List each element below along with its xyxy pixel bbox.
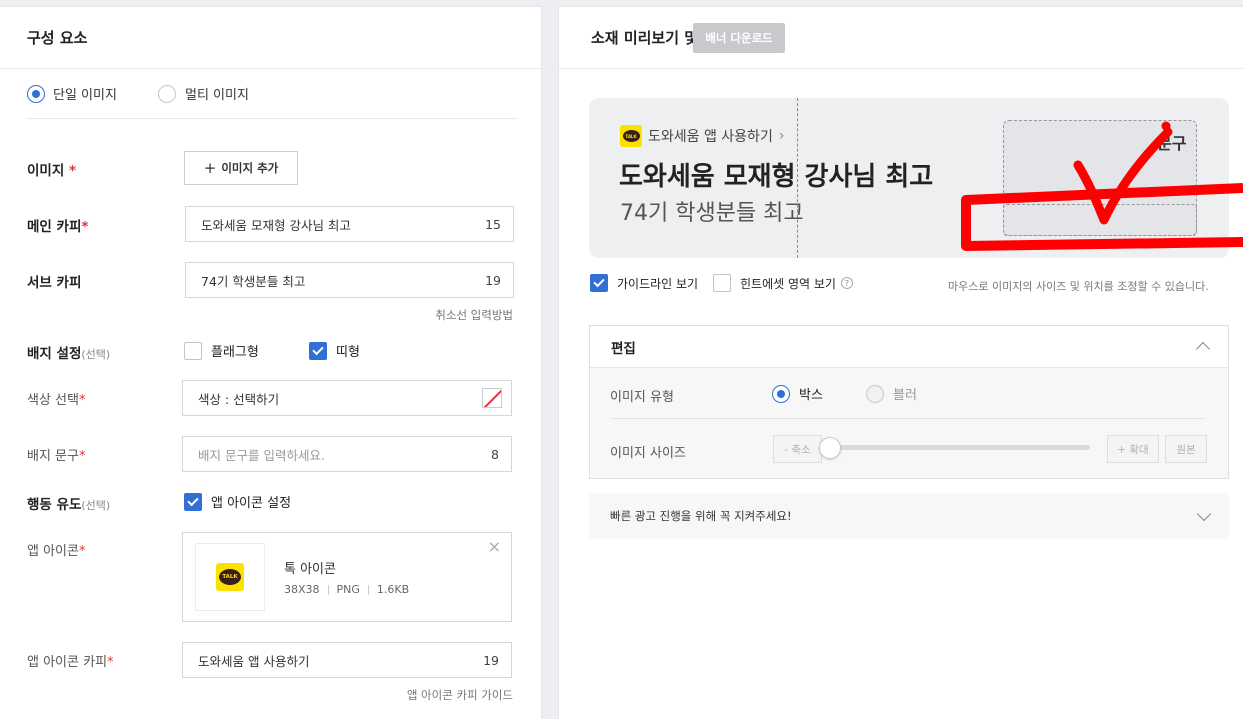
checkbox-checked-icon [590,274,608,292]
main-copy-count: 15 [485,216,501,232]
components-title: 구성 요소 [0,7,541,69]
strikethrough-guide-link[interactable]: 취소선 입력방법 [435,307,513,323]
checkbox-unchecked-icon [184,341,202,360]
app-icon-meta: 38X38 PNG 1.6KB [284,583,409,596]
shrink-button[interactable]: - 축소 [773,435,822,463]
divider [610,418,1206,419]
checkbox-checked-icon [309,341,327,360]
chevron-right-icon: › [778,128,785,144]
edit-header[interactable]: 편집 [590,326,1228,368]
kakao-talk-icon: TALK [216,563,244,591]
app-icon-format: PNG [336,583,360,596]
plus-icon: + [203,159,217,177]
edit-section: 편집 이미지 유형 박스 블러 이미지 사이즈 - 축소 + 확대 원본 [589,325,1229,479]
color-swatch-icon[interactable] [482,388,502,408]
app-icon-thumbnail: TALK [195,543,265,611]
preview-title: 소재 미리보기 및 편집 [559,7,1243,69]
flag-type-checkbox[interactable]: 플래그형 [184,341,259,360]
mouse-hint: 마우스로 이미지의 사이즈 및 위치를 조정할 수 있습니다. [948,280,1209,293]
app-icon-copy-guide-link[interactable]: 앱 아이콘 카피 가이드 [407,687,513,703]
divider [27,118,517,119]
app-icon-copy-value: 도와세움 앱 사용하기 [198,653,310,669]
checkbox-checked-icon [184,492,202,511]
hint-asset-checkbox[interactable]: 힌트에셋 영역 보기 ? [713,274,853,292]
meta-divider [367,584,369,595]
banner-download-button[interactable]: 배너 다운로드 [693,23,785,53]
chevron-down-icon[interactable] [1196,506,1212,522]
badge-setting-label: 배지 설정(선택) [27,346,111,362]
original-size-button[interactable]: 원본 [1165,435,1207,463]
app-icon-name: 톡 아이콘 [284,562,336,577]
band-type-checkbox[interactable]: 띠형 [309,341,360,360]
image-label: 이미지 * [27,163,77,179]
multi-image-radio[interactable]: 멀티 이미지 [158,84,249,103]
guideline-checkbox[interactable]: 가이드라인 보기 [590,274,698,292]
size-slider-track[interactable] [819,437,1090,459]
app-icon-card: TALK 톡 아이콘 38X38 PNG 1.6KB × [182,532,512,622]
help-icon[interactable]: ? [840,277,853,289]
checkbox-unchecked-icon [713,274,731,292]
badge-text-input[interactable]: 배지 문구를 입력하세요. 8 [182,436,512,472]
badge-text-label: 배지 문구* [27,449,86,464]
preview-app-row: TALK 도와세움 앱 사용하기 › [620,125,784,147]
radio-selected-icon [27,84,45,103]
app-icon-label: 앱 아이콘* [27,544,86,559]
color-select-label: 색상 선택* [27,393,86,408]
multi-image-label: 멀티 이미지 [185,88,249,103]
add-image-button[interactable]: + 이미지 추가 [184,151,298,185]
badge-text-placeholder: 배지 문구를 입력하세요. [198,447,325,463]
tip-section[interactable]: 빠른 광고 진행을 위해 꼭 지켜주세요! [589,493,1229,539]
app-icon-copy-input[interactable]: 도와세움 앱 사용하기 19 [182,642,512,678]
sub-copy-input[interactable]: 74기 학생분들 최고 19 [185,262,514,298]
badge-text-count: 8 [491,446,499,462]
edit-title: 편집 [611,340,636,357]
app-icon-dimensions: 38X38 [284,583,320,596]
preview-badge-text: 문구 [1157,134,1187,153]
blur-type-radio[interactable]: 블러 [866,384,917,403]
sub-copy-value: 74기 학생분들 최고 [201,273,306,289]
app-icon-setting-checkbox[interactable]: 앱 아이콘 설정 [184,492,291,511]
app-icon-copy-label: 앱 아이콘 카피* [27,655,114,670]
radio-disabled-icon [866,384,884,403]
sub-copy-count: 19 [485,272,501,288]
main-copy-value: 도와세움 모재형 강사님 최고 [201,217,351,233]
box-type-radio[interactable]: 박스 [772,384,823,403]
preview-app-copy: 도와세움 앱 사용하기 [648,129,773,145]
preview-sub-copy: 74기 학생분들 최고 [620,201,804,226]
chevron-up-icon[interactable] [1195,341,1211,356]
meta-divider [327,584,329,595]
radio-selected-icon [772,384,790,403]
cta-label: 행동 유도(선택) [27,497,111,513]
tip-text: 빠른 광고 진행을 위해 꼭 지켜주세요! [610,509,792,523]
image-size-label: 이미지 사이즈 [610,446,686,461]
color-select-input[interactable]: 색상 : 선택하기 [182,380,512,416]
image-slot-lower [1003,204,1197,236]
main-copy-label: 메인 카피* [27,219,89,235]
banner-preview[interactable]: TALK 도와세움 앱 사용하기 › 도와세움 모재형 강사님 최고 74기 학… [589,98,1229,258]
sub-copy-label: 서브 카피 [27,275,82,291]
preview-main-copy: 도와세움 모재형 강사님 최고 [619,162,934,192]
size-slider-thumb[interactable] [819,437,841,459]
enlarge-button[interactable]: + 확대 [1107,435,1159,463]
preview-edit-panel: 소재 미리보기 및 편집 배너 다운로드 TALK 도와세움 앱 사용하기 › … [558,6,1243,719]
kakao-talk-icon: TALK [620,125,642,147]
image-type-label: 이미지 유형 [610,390,674,405]
radio-unselected-icon [158,84,176,103]
app-icon-filesize: 1.6KB [376,583,410,596]
main-copy-input[interactable]: 도와세움 모재형 강사님 최고 15 [185,206,514,242]
app-icon-copy-count: 19 [483,652,499,668]
color-select-value: 색상 : 선택하기 [198,391,280,407]
single-image-label: 단일 이미지 [53,88,117,103]
close-icon[interactable]: × [488,537,501,556]
components-panel: 구성 요소 단일 이미지 멀티 이미지 이미지 * + 이미지 추가 메인 카피… [0,6,542,719]
single-image-radio[interactable]: 단일 이미지 [27,84,117,103]
guideline-vertical [797,98,798,258]
